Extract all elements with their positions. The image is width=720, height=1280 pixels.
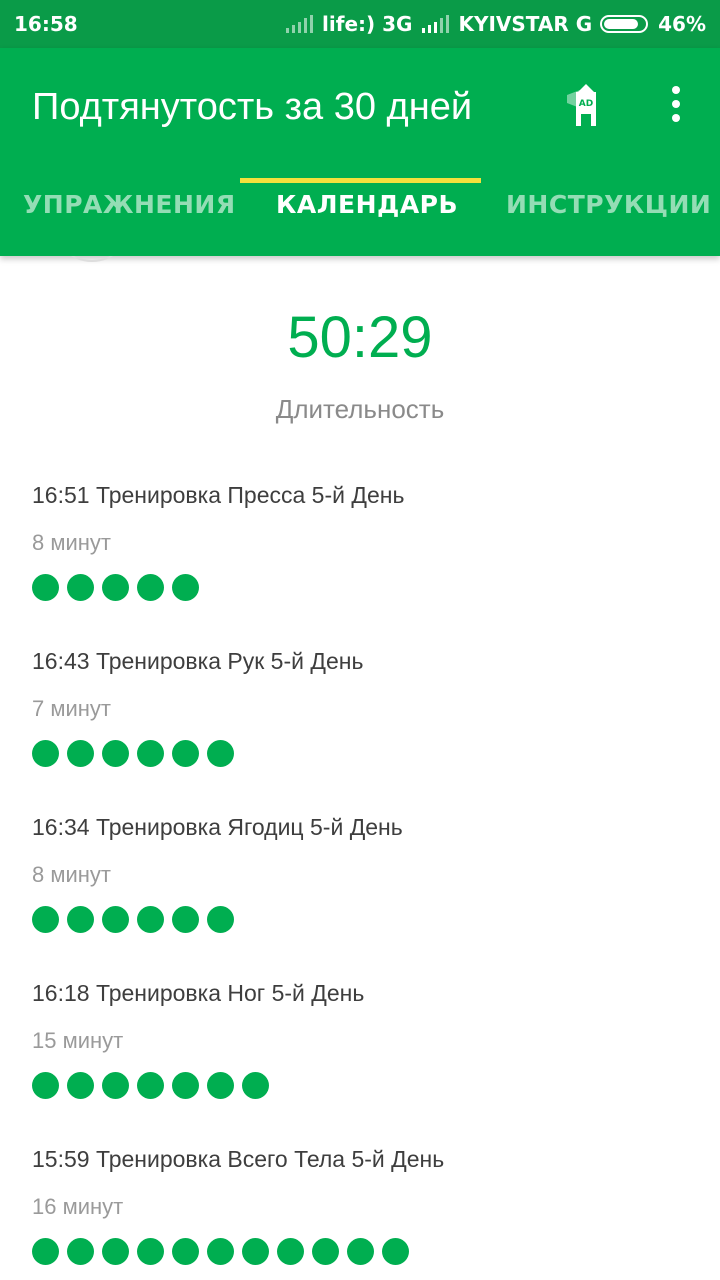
exercise-dot <box>207 1238 234 1265</box>
exercise-dot <box>102 1238 129 1265</box>
exercise-dot <box>347 1238 374 1265</box>
exercise-dot <box>67 1072 94 1099</box>
workout-title: 16:43 Тренировка Рук 5-й День <box>32 648 364 674</box>
total-duration-value: 50:29 <box>287 305 433 370</box>
tab-instructions[interactable]: ИНСТРУКЦИИ <box>506 190 711 219</box>
exercise-dot <box>207 906 234 933</box>
calendar-edge-divider <box>52 256 132 262</box>
workout-progress-dots <box>32 906 242 934</box>
exercise-dot <box>102 1072 129 1099</box>
exercise-dot <box>67 740 94 767</box>
workout-title: 16:51 Тренировка Пресса 5-й День <box>32 482 405 508</box>
exercise-dot <box>32 1072 59 1099</box>
exercise-dot <box>172 1072 199 1099</box>
exercise-dot <box>172 906 199 933</box>
workout-item[interactable]: 16:43 Тренировка Рук 5-й День 7 минут <box>32 648 692 814</box>
battery-percent: 46% <box>658 12 706 36</box>
workout-progress-dots <box>32 1072 277 1100</box>
workout-title: 15:59 Тренировка Всего Тела 5-й День <box>32 1146 445 1172</box>
exercise-dot <box>382 1238 409 1265</box>
battery-icon <box>600 15 649 33</box>
workout-item[interactable]: 16:18 Тренировка Ног 5-й День 15 минут <box>32 980 692 1146</box>
exercise-dot <box>102 574 129 601</box>
exercise-dot <box>242 1238 269 1265</box>
carrier-1-label: life:) 3G <box>322 12 413 36</box>
tab-calendar[interactable]: КАЛЕНДАРЬ <box>276 190 458 219</box>
exercise-dot <box>137 1072 164 1099</box>
workout-item[interactable]: 15:59 Тренировка Всего Тела 5-й День 16 … <box>32 1146 692 1280</box>
workout-progress-dots <box>32 1238 417 1266</box>
exercise-dot <box>137 906 164 933</box>
exercise-dot <box>32 574 59 601</box>
tab-indicator <box>240 178 481 183</box>
exercise-dot <box>32 906 59 933</box>
exercise-dot <box>67 906 94 933</box>
exercise-dot <box>172 574 199 601</box>
status-indicators: life:) 3G KYIVSTAR G 46% <box>284 12 706 36</box>
status-bar: 16:58 life:) 3G KYIVSTAR G 46% <box>0 0 720 48</box>
exercise-dot <box>137 740 164 767</box>
ad-lighthouse-icon[interactable]: AD <box>564 78 608 128</box>
app-bar: Подтянутость за 30 дней AD УПРАЖНЕНИЯ КА… <box>0 48 720 256</box>
workout-progress-dots <box>32 740 242 768</box>
exercise-dot <box>32 740 59 767</box>
carrier-2-label: KYIVSTAR G <box>458 12 593 36</box>
workout-duration: 8 минут <box>32 862 111 887</box>
total-duration-label: Длительность <box>275 394 445 424</box>
ad-icon-label: AD <box>579 99 593 109</box>
exercise-dot <box>277 1238 304 1265</box>
exercise-dot <box>207 1072 234 1099</box>
workout-duration: 8 минут <box>32 530 111 555</box>
exercise-dot <box>172 740 199 767</box>
workout-duration: 7 минут <box>32 696 111 721</box>
workout-title: 16:18 Тренировка Ног 5-й День <box>32 980 365 1006</box>
workout-progress-dots <box>32 574 207 602</box>
status-time: 16:58 <box>14 12 78 36</box>
signal-icon <box>286 15 314 33</box>
exercise-dot <box>137 1238 164 1265</box>
tab-exercises[interactable]: УПРАЖНЕНИЯ <box>23 190 236 219</box>
workout-item[interactable]: 16:51 Тренировка Пресса 5-й День 8 минут <box>32 482 692 648</box>
workout-item[interactable]: 16:34 Тренировка Ягодиц 5-й День 8 минут <box>32 814 692 980</box>
exercise-dot <box>137 574 164 601</box>
exercise-dot <box>312 1238 339 1265</box>
app-title: Подтянутость за 30 дней <box>32 86 473 128</box>
exercise-dot <box>207 740 234 767</box>
workout-title: 16:34 Тренировка Ягодиц 5-й День <box>32 814 403 840</box>
exercise-dot <box>242 1072 269 1099</box>
exercise-dot <box>102 906 129 933</box>
exercise-dot <box>32 1238 59 1265</box>
exercise-dot <box>172 1238 199 1265</box>
workout-duration: 16 минут <box>32 1194 124 1219</box>
workout-duration: 15 минут <box>32 1028 124 1053</box>
calendar-day-panel: 50:29 Длительность 16:51 Тренировка Прес… <box>0 256 720 1280</box>
signal-icon <box>422 15 450 33</box>
exercise-dot <box>67 1238 94 1265</box>
workout-list: 16:51 Тренировка Пресса 5-й День 8 минут… <box>32 482 692 1280</box>
exercise-dot <box>102 740 129 767</box>
more-vert-icon[interactable] <box>660 84 692 124</box>
exercise-dot <box>67 574 94 601</box>
